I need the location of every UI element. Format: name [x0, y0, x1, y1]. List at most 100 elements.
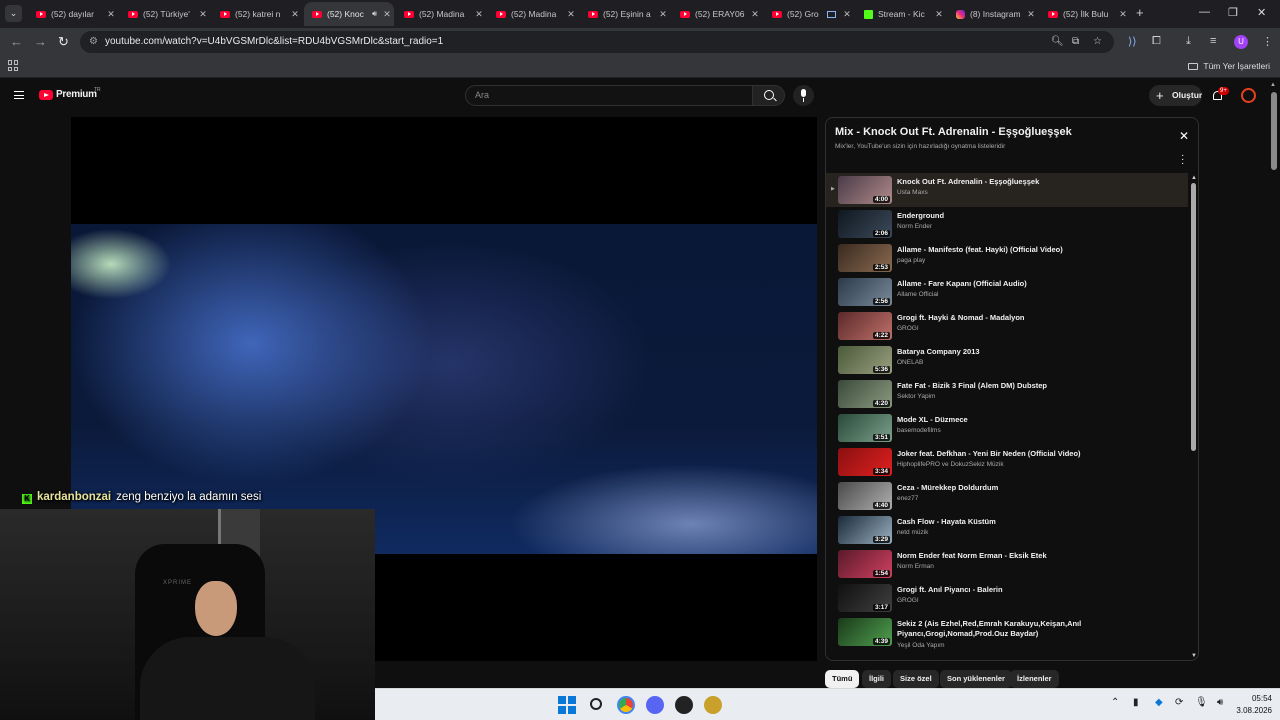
extension-icon[interactable]: ⟩⟩ [1128, 35, 1137, 48]
playlist-item[interactable]: 3:34 Joker feat. Defkhan - Yeni Bir Neden… [826, 445, 1188, 479]
video-title[interactable]: Joker feat. Defkhan - Yeni Bir Neden (Of… [897, 449, 1182, 459]
tab-close-icon[interactable]: ✕ [932, 9, 946, 20]
page-scroll-up-icon[interactable]: ▲ [1270, 82, 1276, 88]
channel-name[interactable]: Norm Erman [897, 563, 934, 570]
playlist-item[interactable]: 2:56 Allame - Fare Kapanı (Official Audio… [826, 275, 1188, 309]
video-thumbnail[interactable]: 4:00 [838, 176, 892, 204]
video-title[interactable]: Cash Flow - Hayata Küstüm [897, 517, 1182, 527]
forward-icon[interactable]: → [34, 34, 47, 49]
volume-icon[interactable]: 🔊︎ [1217, 697, 1223, 708]
video-thumbnail[interactable]: 3:29 [838, 516, 892, 544]
page-scrollbar[interactable]: ▲ [1270, 82, 1278, 682]
tray-sync-icon[interactable]: ⟳ [1175, 697, 1183, 708]
browser-menu-icon[interactable]: ⋮ [1262, 35, 1273, 48]
more-options-icon[interactable]: · · · [1181, 151, 1184, 169]
video-title[interactable]: Mode XL - Düzmece [897, 415, 1182, 425]
minimize-icon[interactable]: — [1199, 6, 1210, 18]
video-thumbnail[interactable]: 4:20 [838, 380, 892, 408]
tab-close-icon[interactable]: ✕ [564, 9, 578, 20]
video-thumbnail[interactable]: 4:39 [838, 618, 892, 646]
restore-icon[interactable]: ❐ [1228, 6, 1238, 19]
search-icon[interactable] [752, 85, 785, 106]
zoom-icon[interactable]: 🔍︎ [1051, 31, 1064, 53]
all-bookmarks-button[interactable]: Tüm Yer İşaretleri [1188, 61, 1270, 71]
video-thumbnail[interactable]: 3:34 [838, 448, 892, 476]
youtube-logo-text[interactable]: Premium [56, 89, 97, 100]
scroll-down-icon[interactable]: ▼ [1191, 653, 1197, 659]
video-thumbnail[interactable]: 3:51 [838, 414, 892, 442]
channel-name[interactable]: Norm Ender [897, 223, 932, 230]
tab-close-icon[interactable]: ✕ [472, 9, 486, 20]
playlist-title[interactable]: Mix - Knock Out Ft. Adrenalin - Eşşoğlue… [835, 126, 1072, 138]
playlist-item[interactable]: 3:29 Cash Flow - Hayata Küstüm netd müzik [826, 513, 1188, 547]
browser-tab[interactable]: (52) İlk Bulu ✕ [1040, 2, 1130, 26]
filter-chip[interactable]: İzlenenler [1010, 670, 1059, 688]
channel-name[interactable]: netd müzik [897, 529, 928, 536]
playlist-item[interactable]: 3:17 Grogi ft. Anıl Piyancı - Balerin GROG… [826, 581, 1188, 615]
user-avatar[interactable] [1241, 88, 1256, 103]
create-button[interactable]: + Oluştur [1149, 85, 1202, 106]
video-thumbnail[interactable]: 2:53 [838, 244, 892, 272]
channel-name[interactable]: GROGI [897, 325, 919, 332]
browser-tab[interactable]: (52) ERAY06 ✕ [672, 2, 762, 26]
extensions-puzzle-icon[interactable]: ⧠ [1152, 35, 1161, 48]
windows-start-icon[interactable] [558, 696, 576, 714]
video-title[interactable]: Allame - Fare Kapanı (Official Audio) [897, 279, 1182, 289]
page-scrollbar-thumb[interactable] [1271, 92, 1277, 170]
apps-grid-icon[interactable] [8, 60, 19, 71]
playlist-item[interactable]: 3:51 Mode XL - Düzmece basemodefilms [826, 411, 1188, 445]
reload-icon[interactable]: ↻ [58, 34, 69, 50]
filter-chip[interactable]: Son yüklenenler [940, 670, 1012, 688]
playlist-item[interactable]: 2:06 Enderground Norm Ender [826, 207, 1188, 241]
video-title[interactable]: Norm Ender feat Norm Erman - Eksik Etek [897, 551, 1182, 561]
tab-close-icon[interactable]: ✕ [380, 9, 394, 20]
video-thumbnail[interactable]: 1:54 [838, 550, 892, 578]
tab-close-icon[interactable]: ✕ [196, 9, 210, 20]
scrollbar-thumb[interactable] [1191, 183, 1196, 451]
reading-list-icon[interactable]: ≡ [1210, 35, 1216, 47]
video-thumbnail[interactable]: 4:22 [838, 312, 892, 340]
tray-app-icon[interactable]: ▮ [1133, 697, 1139, 708]
browser-profile-avatar[interactable]: U [1234, 35, 1248, 49]
video-title[interactable]: Grogi ft. Hayki & Nomad - Madalyon [897, 313, 1182, 323]
video-title[interactable]: Batarya Company 2013 [897, 347, 1182, 357]
browser-tab[interactable]: (52) Eşinin a ✕ [580, 2, 670, 26]
chrome-icon[interactable] [617, 696, 635, 714]
video-thumbnail[interactable]: 4:40 [838, 482, 892, 510]
tab-close-icon[interactable]: ✕ [104, 9, 118, 20]
menu-icon[interactable] [14, 91, 24, 99]
new-tab-button[interactable]: + [1136, 5, 1144, 20]
voice-search-icon[interactable] [793, 85, 814, 106]
playlist-item[interactable]: 2:53 Allame - Manifesto (feat. Hayki) (Of… [826, 241, 1188, 275]
tab-search-icon[interactable]: ⌄ [5, 5, 22, 22]
window-close-icon[interactable]: ✕ [1257, 6, 1266, 19]
tray-network-app-icon[interactable]: ◆ [1155, 697, 1163, 708]
playlist-item[interactable]: ▶ 4:00 Knock Out Ft. Adrenalin - Eşşoğlueş… [826, 173, 1188, 207]
steam-icon[interactable] [675, 696, 693, 714]
discord-icon[interactable] [646, 696, 664, 714]
browser-tab[interactable]: (52) Madina ✕ [488, 2, 578, 26]
tab-close-icon[interactable]: ✕ [748, 9, 762, 20]
tab-close-icon[interactable]: ✕ [656, 9, 670, 20]
video-thumbnail[interactable]: 2:06 [838, 210, 892, 238]
taskbar-search-icon[interactable] [590, 698, 602, 710]
close-playlist-icon[interactable]: ✕ [1179, 129, 1189, 143]
browser-tab[interactable]: (52) Madina ✕ [396, 2, 486, 26]
tab-close-icon[interactable]: ✕ [1116, 9, 1130, 20]
video-title[interactable]: Enderground [897, 211, 1182, 221]
video-title[interactable]: Sekiz 2 (Ais Ezhel,Red,Emrah Karakuyu,Ke… [897, 619, 1182, 639]
channel-name[interactable]: Yeşil Oda Yapım [897, 642, 945, 649]
search-input[interactable]: Ara [465, 85, 753, 106]
channel-name[interactable]: enez77 [897, 495, 918, 502]
channel-name[interactable]: Sektor Yapim [897, 393, 935, 400]
browser-tab[interactable]: (52) dayılar ✕ [28, 2, 118, 26]
browser-tab[interactable]: Stream - Kic ✕ [856, 2, 946, 26]
audio-playing-icon[interactable]: 🔊︎ [372, 9, 377, 19]
filter-chip[interactable]: Tümü [825, 670, 860, 688]
browser-tab[interactable]: (52) Knoc 🔊︎ ✕ [304, 2, 394, 26]
video-title[interactable]: Fate Fat - Bizik 3 Final (Alem DM) Dubst… [897, 381, 1182, 391]
install-app-icon[interactable]: ⧉ [1072, 31, 1079, 53]
video-thumbnail[interactable]: 5:36 [838, 346, 892, 374]
channel-name[interactable]: basemodefilms [897, 427, 941, 434]
filter-chip[interactable]: Size özel [893, 670, 939, 688]
